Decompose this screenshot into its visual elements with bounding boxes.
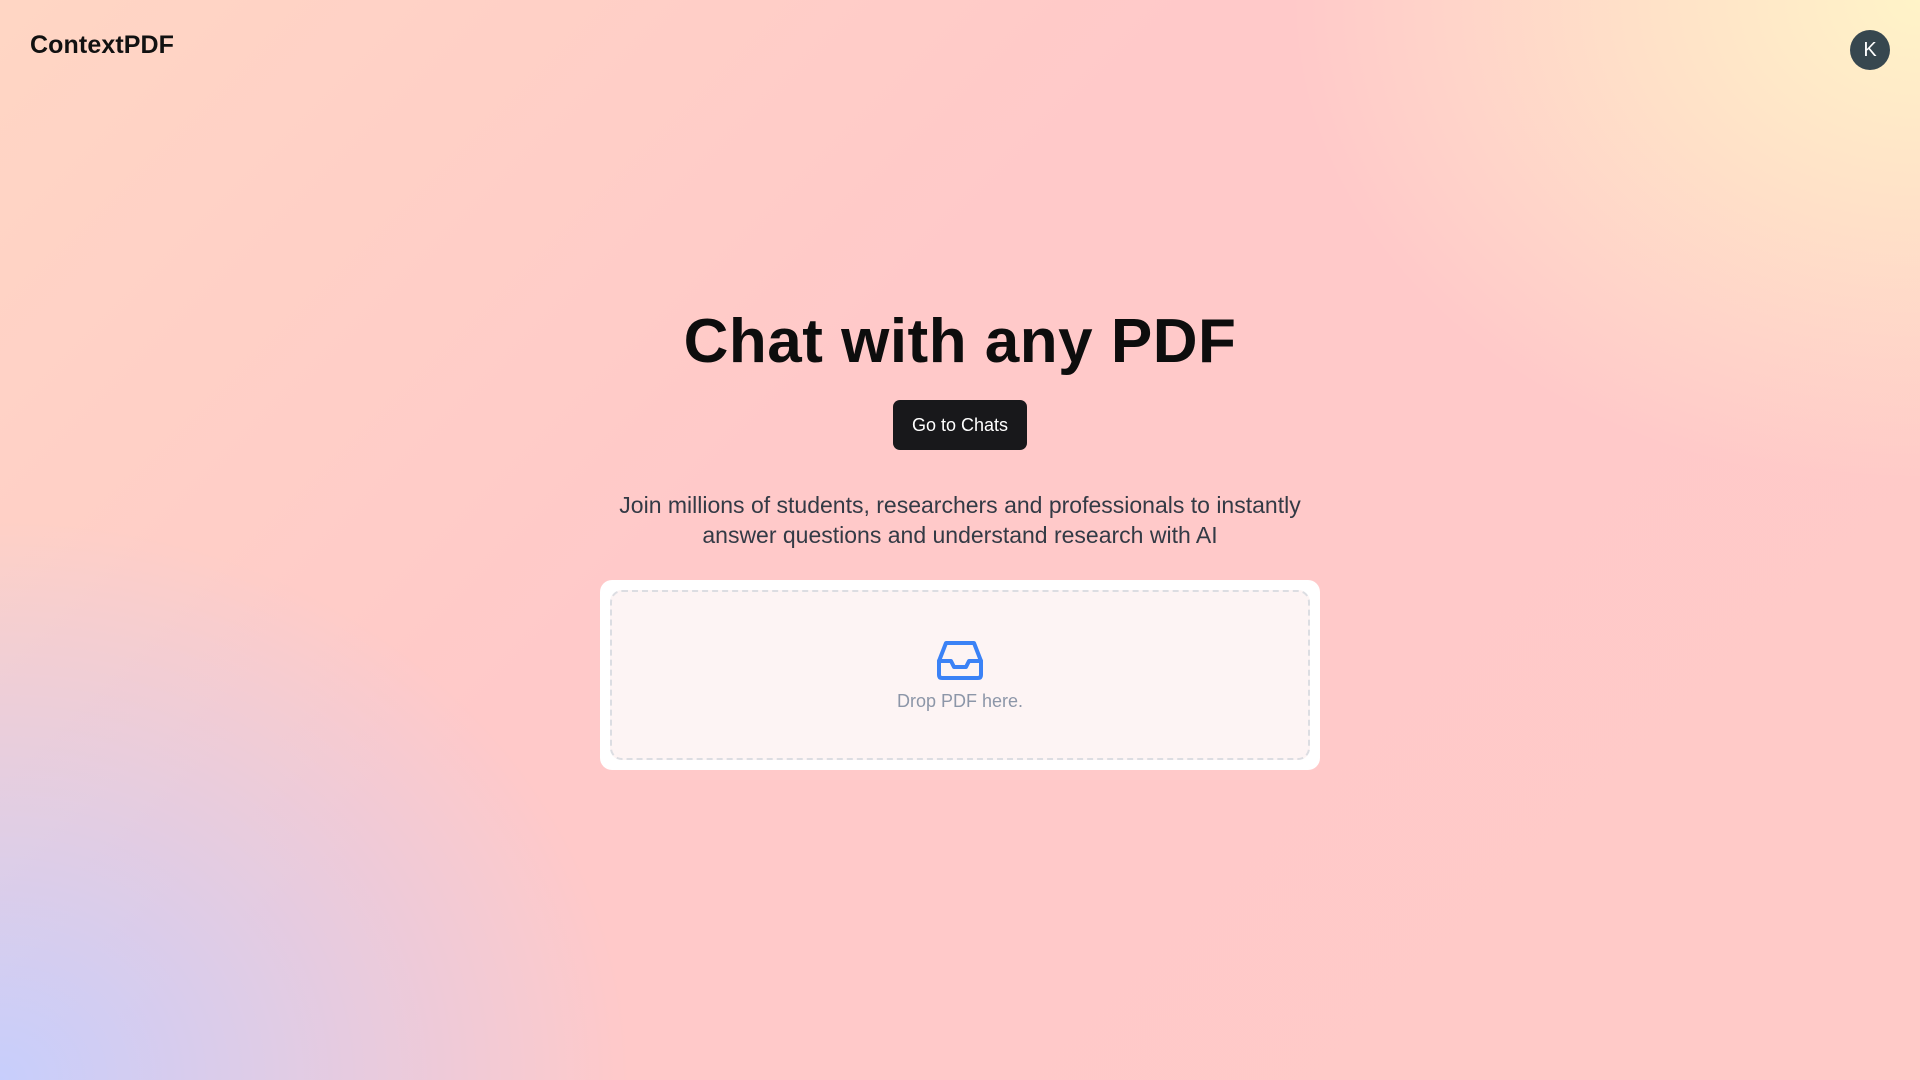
go-to-chats-button[interactable]: Go to Chats <box>892 400 1028 450</box>
hero-section: Chat with any PDF Go to Chats Join milli… <box>0 300 1920 770</box>
upload-card: Drop PDF here. <box>600 580 1320 770</box>
hero-subtitle: Join millions of students, researchers a… <box>619 492 1301 548</box>
page-title: Chat with any PDF <box>683 307 1237 376</box>
inbox-icon <box>937 640 983 680</box>
avatar-initial: K <box>1863 38 1877 61</box>
dropzone-label: Drop PDF here. <box>896 690 1024 711</box>
pdf-dropzone[interactable]: Drop PDF here. <box>610 590 1310 760</box>
user-avatar[interactable]: K <box>1850 30 1890 70</box>
app-logo[interactable]: ContextPDF <box>30 31 174 60</box>
